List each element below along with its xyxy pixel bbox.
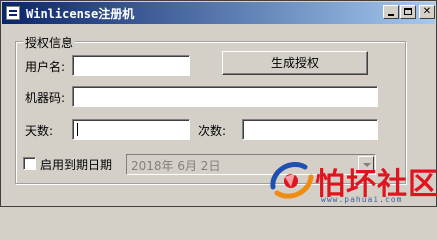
title-bar[interactable]: Winlicense注册机 ✕ <box>2 2 435 24</box>
username-label: 用户名: <box>25 60 66 74</box>
generate-license-button[interactable]: 生成授权 <box>222 51 368 75</box>
username-input[interactable] <box>72 55 190 76</box>
window-title: Winlicense注册机 <box>26 7 135 21</box>
enable-expiry-checkbox[interactable] <box>23 157 36 170</box>
watermark-logo-icon <box>270 162 314 199</box>
close-button[interactable]: ✕ <box>419 5 435 19</box>
minimize-button[interactable] <box>383 5 399 19</box>
watermark-url: www.pahuai.com <box>321 195 403 204</box>
machine-code-input[interactable] <box>72 86 378 107</box>
days-input[interactable] <box>72 119 190 140</box>
close-icon: ✕ <box>422 6 432 17</box>
app-icon[interactable] <box>6 6 20 20</box>
maximize-icon <box>404 8 412 15</box>
main-window: Winlicense注册机 ✕ 授权信息 用户名: 生成授权 机器码: 天数: … <box>0 0 437 207</box>
machine-code-label: 机器码: <box>25 91 66 105</box>
days-label: 天数: <box>25 124 54 138</box>
expiry-date-value: 2018年 6月 2日 <box>131 159 221 173</box>
watermark: 怕坏社区 www.pahuai.com <box>265 157 437 205</box>
minimize-icon <box>388 14 394 16</box>
count-input[interactable] <box>242 119 378 140</box>
count-label: 次数: <box>198 124 227 138</box>
maximize-button[interactable] <box>400 5 416 19</box>
group-title: 授权信息 <box>23 34 76 51</box>
enable-expiry-label: 启用到期日期 <box>40 158 113 172</box>
